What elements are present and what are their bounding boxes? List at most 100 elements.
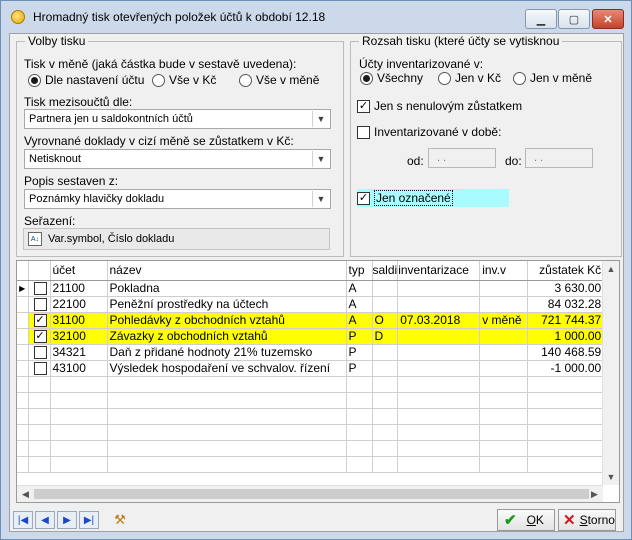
nenulovy-checkbox[interactable]: ✓ Jen s nenulovým zůstatkem — [357, 99, 522, 113]
cell-ucet: 22100 — [50, 296, 108, 313]
cell-ucet: 32100 — [50, 328, 108, 345]
row-select-cell[interactable] — [28, 280, 51, 297]
ucty-radio-jen-kc[interactable]: Jen v Kč — [438, 71, 501, 85]
checkmark-icon[interactable]: ✓ — [33, 329, 47, 343]
row-select-cell[interactable]: ✓ — [28, 312, 51, 329]
table-row[interactable]: ▶ 21100 Pokladna A 3 630.00 — [17, 280, 605, 297]
cell-zustatek — [527, 456, 605, 473]
title-bar: Hromadný tisk otevřených položek účtů k … — [1, 1, 631, 33]
indicator-header — [17, 261, 29, 281]
oznacene-checkbox[interactable]: ✓ Jen označené — [357, 189, 509, 207]
serazeni-field[interactable]: A↓ Var.symbol, Číslo dokladu — [23, 228, 330, 250]
col-header-typ[interactable]: typ — [346, 261, 373, 281]
grid-header-row: účet název typ saldi inventarizace inv.v… — [17, 261, 605, 281]
table-row[interactable] — [17, 456, 605, 473]
vyrovnane-select[interactable]: Netisknout ▼ — [24, 149, 331, 169]
maximize-button[interactable]: ▢ — [558, 9, 590, 29]
first-icon: |◀ — [17, 514, 29, 526]
window-title: Hromadný tisk otevřených položek účtů k … — [33, 10, 326, 24]
col-header-zustatek[interactable]: zůstatek Kč — [527, 261, 605, 281]
rozsah-tisku-legend: Rozsah tisku (které účty se vytisknou — [359, 34, 563, 48]
col-header-nazev[interactable]: název — [107, 261, 347, 281]
cell-nazev — [107, 440, 347, 457]
cell-invv — [479, 456, 529, 473]
row-select-cell[interactable] — [28, 424, 51, 441]
mezisouctu-select[interactable]: Partnera jen u saldokontních účtů ▼ — [24, 109, 331, 129]
checkmark-icon[interactable]: ✓ — [33, 313, 47, 327]
tools-button[interactable]: ⚒ — [110, 511, 130, 529]
scroll-right-icon[interactable]: ▶ — [586, 486, 603, 502]
ucty-radio-jen-mene[interactable]: Jen v měně — [513, 71, 592, 85]
checkbox-empty-icon[interactable] — [33, 297, 47, 311]
od-date-value: . . — [437, 152, 447, 164]
checkbox-empty-icon[interactable] — [33, 281, 47, 295]
accounts-grid[interactable]: účet název typ saldi inventarizace inv.v… — [16, 260, 620, 503]
scroll-up-icon[interactable]: ▲ — [603, 261, 619, 277]
prev-record-button[interactable]: ◀ — [35, 511, 55, 529]
vertical-scrollbar[interactable]: ▲ ▼ — [602, 261, 619, 485]
col-header-saldi[interactable]: saldi — [372, 261, 399, 281]
table-row[interactable]: ✓ 31100 Pohledávky z obchodních vztahů A O 07… — [17, 312, 605, 329]
storno-button[interactable]: ✕ Storno — [558, 509, 616, 531]
row-indicator — [17, 392, 29, 409]
scroll-down-icon[interactable]: ▼ — [603, 469, 619, 485]
row-select-cell[interactable] — [28, 440, 51, 457]
minimize-icon: ▁ — [536, 13, 546, 26]
cell-saldi — [372, 376, 399, 393]
cell-typ: A — [346, 312, 373, 329]
first-record-button[interactable]: |◀ — [13, 511, 33, 529]
chevron-down-icon[interactable]: ▼ — [312, 191, 329, 207]
col-header-inventarizace[interactable]: inventarizace — [397, 261, 481, 281]
row-select-cell[interactable] — [28, 456, 51, 473]
table-row[interactable]: ✓ 32100 Závazky z obchodních vztahů P D 1 000… — [17, 328, 605, 345]
ok-button[interactable]: ✔ OK — [497, 509, 555, 531]
od-date-input[interactable]: . . — [428, 148, 496, 168]
sort-order-icon[interactable]: A↓ — [28, 232, 42, 246]
row-select-cell[interactable] — [28, 344, 51, 361]
ucty-radio-vsechny[interactable]: Všechny — [360, 71, 423, 85]
table-row[interactable]: 22100 Peněžní prostředky na účtech A 84 032… — [17, 296, 605, 313]
do-label: do: — [505, 154, 522, 168]
checkbox-empty-icon[interactable] — [33, 345, 47, 359]
col-header-invv[interactable]: inv.v — [479, 261, 529, 281]
row-select-cell[interactable] — [28, 408, 51, 425]
cell-saldi: O — [372, 312, 399, 329]
cell-ucet: 31100 — [50, 312, 108, 329]
row-select-cell[interactable]: ✓ — [28, 328, 51, 345]
cell-inventarizace — [397, 408, 481, 425]
accounts-table: účet název typ saldi inventarizace inv.v… — [17, 261, 605, 473]
table-row[interactable]: 43100 Výsledek hospodaření ve schvalov. ř… — [17, 360, 605, 377]
col-header-ucet[interactable]: účet — [50, 261, 108, 281]
horizontal-scrollbar[interactable]: ◀ ▶ — [17, 485, 603, 502]
scroll-left-icon[interactable]: ◀ — [17, 486, 34, 502]
row-select-cell[interactable] — [28, 376, 51, 393]
table-row[interactable] — [17, 392, 605, 409]
do-date-input[interactable]: . . — [525, 148, 593, 168]
row-select-cell[interactable] — [28, 392, 51, 409]
table-row[interactable] — [17, 376, 605, 393]
cell-saldi — [372, 344, 399, 361]
table-row[interactable]: 34321 Daň z přidané hodnoty 21% tuzemsko P… — [17, 344, 605, 361]
storno-label-rest: torno — [587, 513, 615, 527]
vyrovnane-value: Netisknout — [29, 153, 81, 165]
chevron-down-icon[interactable]: ▼ — [312, 111, 329, 127]
row-select-cell[interactable] — [28, 360, 51, 377]
popis-select[interactable]: Poznámky hlavičky dokladu ▼ — [24, 189, 331, 209]
mena-radio-vse-mene[interactable]: Vše v měně — [239, 73, 319, 87]
close-button[interactable]: ✕ — [592, 9, 624, 29]
inventarizovane-checkbox[interactable]: Inventarizované v době: — [357, 125, 501, 139]
row-select-cell[interactable] — [28, 296, 51, 313]
minimize-button[interactable]: ▁ — [525, 9, 557, 29]
checkbox-empty-icon[interactable] — [33, 361, 47, 375]
table-row[interactable] — [17, 440, 605, 457]
last-record-button[interactable]: ▶| — [79, 511, 99, 529]
chevron-down-icon[interactable]: ▼ — [312, 151, 329, 167]
mena-radio-dle-nastaveni[interactable]: Dle nastavení účtu — [28, 73, 144, 87]
next-record-button[interactable]: ▶ — [57, 511, 77, 529]
cell-inventarizace — [397, 360, 481, 377]
table-row[interactable] — [17, 408, 605, 425]
mena-radio-vse-kc[interactable]: Vše v Kč — [152, 73, 216, 87]
table-row[interactable] — [17, 424, 605, 441]
cell-zustatek: 721 744.37 — [527, 312, 605, 329]
scroll-thumb[interactable] — [34, 489, 589, 499]
